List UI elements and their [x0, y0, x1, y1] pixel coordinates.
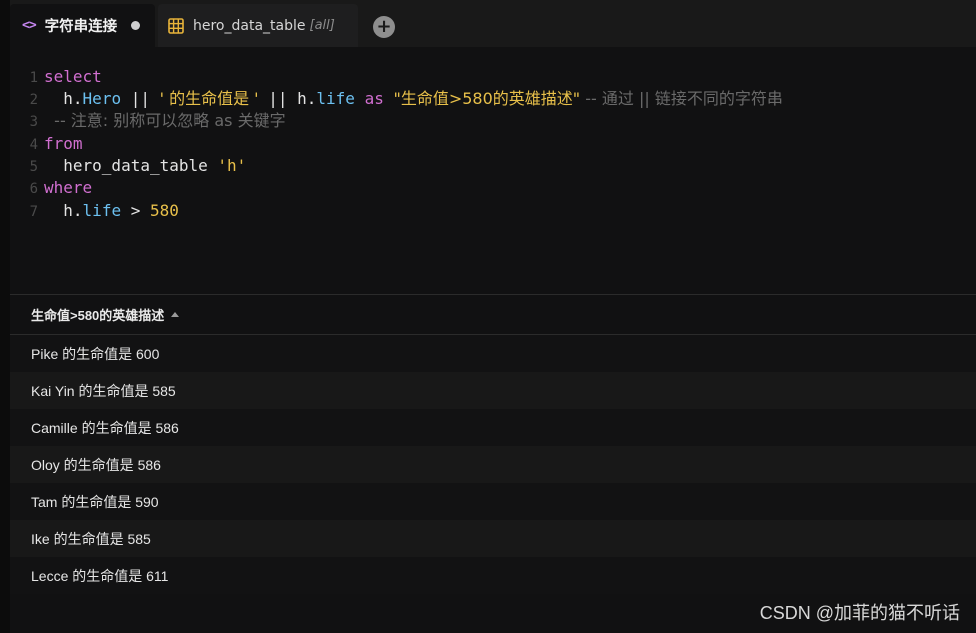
line-number: 1: [29, 70, 38, 86]
line-number: 5: [29, 159, 38, 175]
tab-bar: <> 字符串连接 hero_data_table [all] +: [10, 0, 976, 47]
field-life: life: [82, 201, 122, 220]
concat-operator: ||: [258, 89, 298, 108]
tab-label: 字符串连接: [44, 19, 118, 35]
tab-label: hero_data_table: [193, 17, 306, 34]
line-number: 6: [29, 181, 38, 197]
line-number: 3: [29, 114, 38, 130]
table-name: hero_data_table: [44, 156, 218, 175]
keyword-select: select: [44, 67, 102, 86]
code-line-5: 5 hero_data_table 'h': [10, 155, 247, 177]
table-alias: h: [63, 201, 73, 220]
results-table: 生命值>580的英雄描述 Pike 的生命值是 600 Kai Yin 的生命值…: [10, 295, 976, 633]
number-literal: 580: [149, 201, 179, 220]
dot: .: [306, 89, 317, 108]
column-header-label: 生命值>580的英雄描述: [31, 308, 165, 323]
code-icon: <>: [22, 18, 37, 33]
tab-hero-data-table[interactable]: hero_data_table [all]: [158, 4, 358, 47]
sql-editor[interactable]: 1 select 2 h.Hero || ' 的生命值是 ' || h.life …: [10, 47, 976, 294]
keyword-where: where: [44, 178, 93, 197]
line-number: 4: [29, 137, 38, 153]
field-life: life: [316, 89, 355, 108]
table-row[interactable]: Ike 的生命值是 585: [10, 520, 976, 557]
table-alias: h: [297, 89, 307, 108]
table-row[interactable]: Tam 的生命值是 590: [10, 483, 976, 520]
code-line-4: 4 from: [10, 133, 83, 155]
keyword-as: as: [354, 89, 394, 108]
left-gutter-strip: [0, 0, 10, 633]
table-alias: h: [63, 89, 73, 108]
code-line-1: 1 select: [10, 66, 102, 88]
table-row[interactable]: Pike 的生命值是 600: [10, 335, 976, 372]
code-line-3: 3 -- 注意: 别称可以忽略 as 关键字: [10, 110, 286, 132]
unsaved-indicator-icon: [131, 21, 141, 30]
comment: -- 注意: 别称可以忽略 as 关键字: [44, 111, 286, 130]
code-line-6: 6 where: [10, 177, 93, 199]
dot: .: [72, 201, 83, 220]
line-number: 2: [29, 92, 38, 108]
concat-operator: ||: [121, 89, 160, 108]
inline-comment: -- 通过 || 链接不同的字符串: [580, 89, 783, 108]
line-number: 7: [29, 204, 38, 220]
table-icon: [168, 17, 184, 34]
field-hero: Hero: [82, 89, 122, 108]
code-line-7: 7 h.life > 580: [10, 200, 179, 222]
dot: .: [72, 89, 83, 108]
add-tab-icon[interactable]: +: [373, 16, 395, 38]
string-literal: ' 的生命值是 ': [159, 89, 259, 108]
column-header[interactable]: 生命值>580的英雄描述: [10, 295, 976, 335]
table-row[interactable]: Oloy 的生命值是 586: [10, 446, 976, 483]
code-line-2: 2 h.Hero || ' 的生命值是 ' || h.life as "生命值>…: [10, 88, 783, 110]
sort-ascending-icon[interactable]: [171, 312, 180, 317]
tab-filter-label: [all]: [309, 18, 335, 33]
table-alias-string: 'h': [217, 156, 247, 175]
table-row[interactable]: Kai Yin 的生命值是 585: [10, 372, 976, 409]
tab-string-concat[interactable]: <> 字符串连接: [10, 4, 155, 47]
comparison-operator: >: [121, 201, 150, 220]
watermark: CSDN @加菲的猫不听话: [759, 603, 960, 623]
table-row[interactable]: Lecce 的生命值是 611: [10, 557, 976, 594]
keyword-from: from: [44, 134, 83, 153]
column-alias-string: "生命值>580的英雄描述": [393, 89, 581, 108]
table-row[interactable]: Camille 的生命值是 586: [10, 409, 976, 446]
